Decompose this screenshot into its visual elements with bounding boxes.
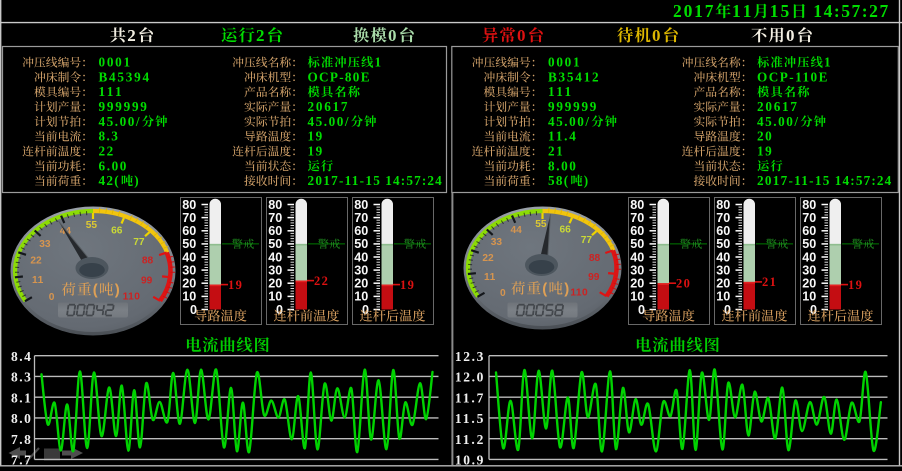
- svg-text:2: 2: [256, 26, 266, 45]
- svg-text:14:57:27: 14:57:27: [813, 1, 889, 21]
- svg-text:15: 15: [770, 1, 790, 21]
- svg-text:14:57:24: 14:57:24: [835, 173, 892, 188]
- svg-text:45.00/: 45.00/: [757, 114, 799, 129]
- svg-text:21: 21: [762, 275, 776, 289]
- svg-text:): ): [134, 173, 140, 188]
- svg-text:22: 22: [482, 253, 494, 264]
- svg-text:77: 77: [133, 237, 145, 248]
- svg-text:11.7: 11.7: [455, 390, 485, 405]
- svg-text:22: 22: [99, 144, 115, 159]
- svg-text:7.7: 7.7: [11, 453, 32, 468]
- svg-text:20: 20: [676, 277, 690, 291]
- svg-text:8.1: 8.1: [11, 390, 32, 405]
- svg-text:2017-11-15: 2017-11-15: [757, 173, 830, 188]
- svg-text:14:57:24: 14:57:24: [385, 173, 442, 188]
- svg-text:19: 19: [228, 278, 242, 292]
- svg-text:2017: 2017: [673, 1, 714, 21]
- svg-text:(: (: [542, 281, 548, 298]
- svg-text:0: 0: [49, 292, 55, 303]
- svg-text:110: 110: [123, 291, 141, 302]
- svg-text:44: 44: [511, 225, 523, 236]
- svg-text:55: 55: [535, 219, 547, 230]
- svg-text:111: 111: [99, 84, 123, 99]
- svg-text:999999: 999999: [99, 99, 149, 114]
- svg-text:19: 19: [400, 278, 414, 292]
- svg-text:): ): [564, 281, 570, 298]
- svg-text:66: 66: [111, 226, 123, 237]
- svg-text:0: 0: [517, 26, 527, 45]
- svg-text:58(: 58(: [548, 173, 569, 188]
- svg-text:66: 66: [560, 225, 572, 236]
- svg-text:19: 19: [757, 144, 773, 159]
- svg-text:99: 99: [588, 272, 600, 283]
- svg-text:8.3: 8.3: [11, 370, 32, 385]
- svg-text:999999: 999999: [548, 99, 598, 114]
- svg-text:OCP-80E: OCP-80E: [308, 69, 371, 84]
- svg-text:88: 88: [142, 256, 154, 267]
- svg-text:7.8: 7.8: [11, 432, 32, 447]
- svg-text:8.4: 8.4: [11, 349, 32, 364]
- svg-text:88: 88: [589, 253, 601, 264]
- svg-text:33: 33: [39, 239, 51, 250]
- svg-text:8.3: 8.3: [99, 129, 120, 144]
- svg-text:22: 22: [314, 274, 328, 288]
- svg-text:10.9: 10.9: [455, 453, 485, 468]
- svg-text:20617: 20617: [757, 99, 798, 114]
- svg-text:8.00: 8.00: [548, 158, 577, 173]
- svg-text:19: 19: [308, 129, 324, 144]
- svg-text:99: 99: [141, 276, 153, 287]
- svg-text:110: 110: [570, 287, 588, 298]
- svg-text:0001: 0001: [99, 55, 132, 70]
- svg-text:0: 0: [500, 288, 506, 299]
- svg-text:45.00/: 45.00/: [99, 114, 141, 129]
- svg-text:11.4: 11.4: [548, 129, 577, 144]
- svg-text:8.0: 8.0: [11, 411, 32, 426]
- svg-text:45.00/: 45.00/: [308, 114, 350, 129]
- svg-text:19: 19: [308, 144, 324, 159]
- svg-text:21: 21: [548, 144, 564, 159]
- svg-text:2: 2: [127, 26, 137, 45]
- svg-text:0: 0: [652, 26, 662, 45]
- svg-text:12.3: 12.3: [455, 349, 485, 364]
- svg-text:19: 19: [848, 278, 862, 292]
- svg-text:1: 1: [824, 55, 832, 70]
- svg-text:20: 20: [757, 129, 773, 144]
- svg-text:42(: 42(: [99, 173, 120, 188]
- svg-text:1: 1: [375, 55, 383, 70]
- svg-text:0: 0: [388, 26, 398, 45]
- svg-text:0: 0: [786, 26, 796, 45]
- svg-text:11.5: 11.5: [455, 411, 485, 426]
- svg-text:(: (: [93, 282, 99, 299]
- svg-text:11: 11: [484, 272, 496, 283]
- svg-text:33: 33: [491, 237, 503, 248]
- svg-text:): ): [115, 282, 121, 299]
- svg-text:): ): [584, 173, 590, 188]
- svg-text:111: 111: [548, 84, 572, 99]
- svg-text:B45394: B45394: [99, 69, 151, 84]
- svg-text:11.2: 11.2: [455, 432, 485, 447]
- svg-text:11: 11: [732, 1, 752, 21]
- svg-text:20617: 20617: [308, 99, 349, 114]
- svg-text:6.00: 6.00: [99, 158, 128, 173]
- svg-text:0001: 0001: [548, 55, 581, 70]
- svg-text:12.0: 12.0: [455, 370, 485, 385]
- svg-text:45.00/: 45.00/: [548, 114, 590, 129]
- svg-text:11: 11: [32, 275, 44, 286]
- svg-text:55: 55: [86, 220, 98, 231]
- svg-text:77: 77: [581, 235, 593, 246]
- svg-text:B35412: B35412: [548, 69, 600, 84]
- svg-text:OCP-110E: OCP-110E: [757, 69, 829, 84]
- svg-text:22: 22: [30, 256, 42, 267]
- svg-text:2017-11-15: 2017-11-15: [308, 173, 381, 188]
